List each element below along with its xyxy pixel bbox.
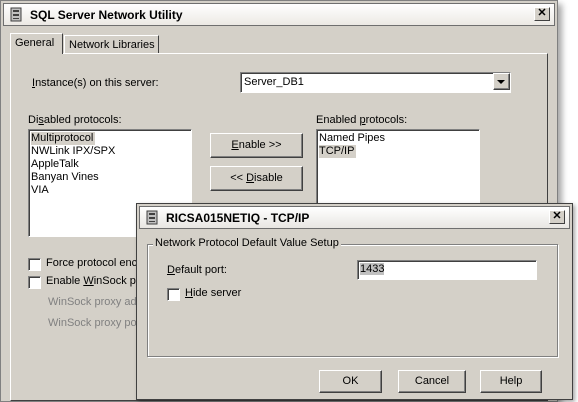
list-item[interactable]: VIA [29,184,191,197]
enabled-protocols-label: Enabled protocols: [316,114,408,126]
winsock-proxy-address-label: WinSock proxy ad [48,296,137,308]
list-item[interactable]: Named Pipes [317,132,479,145]
list-item[interactable]: Multiprotocol [29,132,191,145]
dialog-title: RICSA015NETIQ - TCP/IP [166,211,310,225]
sql-server-icon [10,7,22,22]
enable-winsock-checkbox[interactable] [28,276,41,289]
help-button[interactable]: Help [480,370,542,393]
hide-server-label: Hide server [185,287,242,299]
disabled-protocols-label: Disabled protocols: [28,114,122,126]
disable-button[interactable]: << Disable [210,166,303,191]
list-item[interactable]: NWLink IPX/SPX [29,145,191,158]
list-item[interactable]: TCP/IP [317,145,479,158]
tab-general-label: General [15,37,55,49]
default-port-input[interactable]: 1433 [357,260,537,280]
tcpip-dialog: RICSA015NETIQ - TCP/IP ✕ Network Protoco… [136,203,573,400]
instance-label: Instance(s) on this server: [32,77,159,89]
tab-general[interactable]: General [10,33,63,54]
protocol-defaults-group-title: Network Protocol Default Value Setup [153,237,341,249]
cancel-button[interactable]: Cancel [398,370,466,393]
enable-button[interactable]: Enable >> [210,133,303,158]
dialog-title-bar[interactable]: RICSA015NETIQ - TCP/IP ✕ [139,206,570,229]
default-port-value: 1433 [360,263,385,275]
close-icon: ✕ [552,210,562,222]
force-protocol-label: Force protocol enc [46,257,138,269]
dropdown-arrow-icon [497,80,505,84]
close-icon: ✕ [537,7,547,19]
dialog-close-button[interactable]: ✕ [549,210,565,224]
force-protocol-checkbox[interactable] [28,258,41,271]
sql-server-icon [146,210,158,225]
list-item[interactable]: AppleTalk [29,158,191,171]
tab-network-libraries-label: Network Libraries [69,39,155,51]
list-item[interactable]: Banyan Vines [29,171,191,184]
ok-button[interactable]: OK [319,370,382,393]
main-title-bar[interactable]: SQL Server Network Utility ✕ [3,3,555,26]
enable-winsock-label: Enable WinSock p [46,275,136,287]
main-close-button[interactable]: ✕ [534,7,550,21]
instance-value: Server_DB1 [244,76,304,88]
instance-dropdown-button[interactable] [493,73,510,90]
instance-combobox[interactable]: Server_DB1 [240,72,511,93]
default-port-label: Default port: [167,264,227,276]
winsock-proxy-port-label: WinSock proxy po [48,317,137,329]
tab-network-libraries[interactable]: Network Libraries [64,35,159,54]
main-window-title: SQL Server Network Utility [30,8,183,22]
hide-server-checkbox[interactable] [167,288,180,301]
